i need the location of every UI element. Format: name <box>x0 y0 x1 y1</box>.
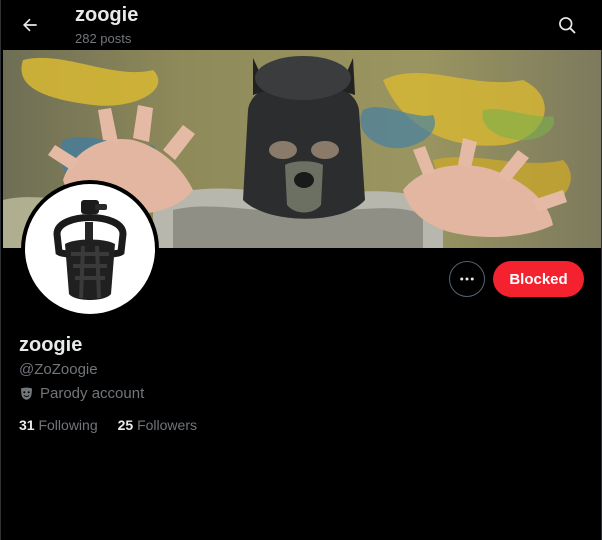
profile-stats: 31 Following 25 Followers <box>19 417 197 433</box>
back-button[interactable] <box>13 8 47 42</box>
avatar-image <box>25 184 155 314</box>
arrow-left-icon <box>23 18 37 32</box>
posts-count: 282 posts <box>75 31 132 46</box>
search-button[interactable] <box>551 10 583 40</box>
header-title-block: zoogie 282 posts <box>75 4 138 47</box>
following-count: 31 <box>19 417 35 433</box>
more-icon <box>460 277 474 281</box>
top-bar: zoogie 282 posts <box>1 0 602 50</box>
following-link[interactable]: 31 Following <box>19 417 98 433</box>
following-label: Following <box>38 417 98 433</box>
page-title: zoogie <box>75 4 139 26</box>
parody-label-text: Parody account <box>40 385 145 402</box>
profile-avatar[interactable] <box>21 180 159 318</box>
parody-label: Parody account <box>19 385 144 402</box>
followers-label: Followers <box>137 417 197 433</box>
followers-count: 25 <box>117 417 134 433</box>
blocked-button[interactable]: Blocked <box>493 261 584 297</box>
avatar-graphic <box>53 200 127 300</box>
more-options-button[interactable] <box>449 261 485 297</box>
profile-display-name: zoogie <box>19 334 83 356</box>
profile-handle: @ZoZoogie <box>19 361 98 378</box>
followers-link[interactable]: 25 Followers <box>118 417 197 433</box>
masks-icon <box>20 387 33 400</box>
search-icon <box>559 17 576 34</box>
profile-page: zoogie 282 posts Blocked zoogie @ZoZoogi… <box>0 0 602 540</box>
